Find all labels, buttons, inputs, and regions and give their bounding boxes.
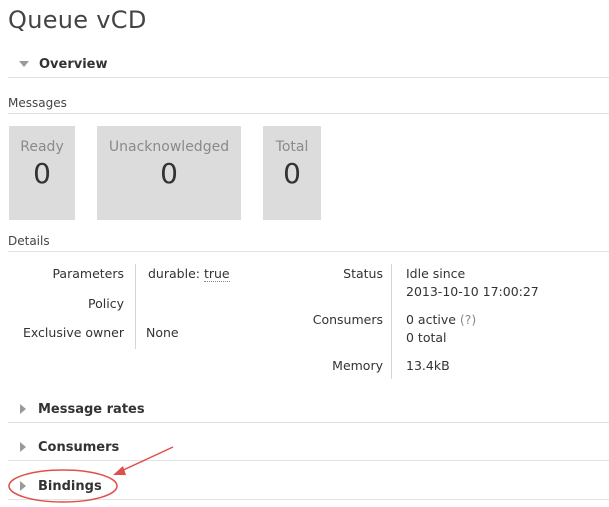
annotation-arrow-line [118, 446, 174, 473]
annotation-arrowhead [113, 466, 126, 475]
annotation-overlay [8, 446, 174, 503]
annotation-ellipse [8, 469, 118, 503]
